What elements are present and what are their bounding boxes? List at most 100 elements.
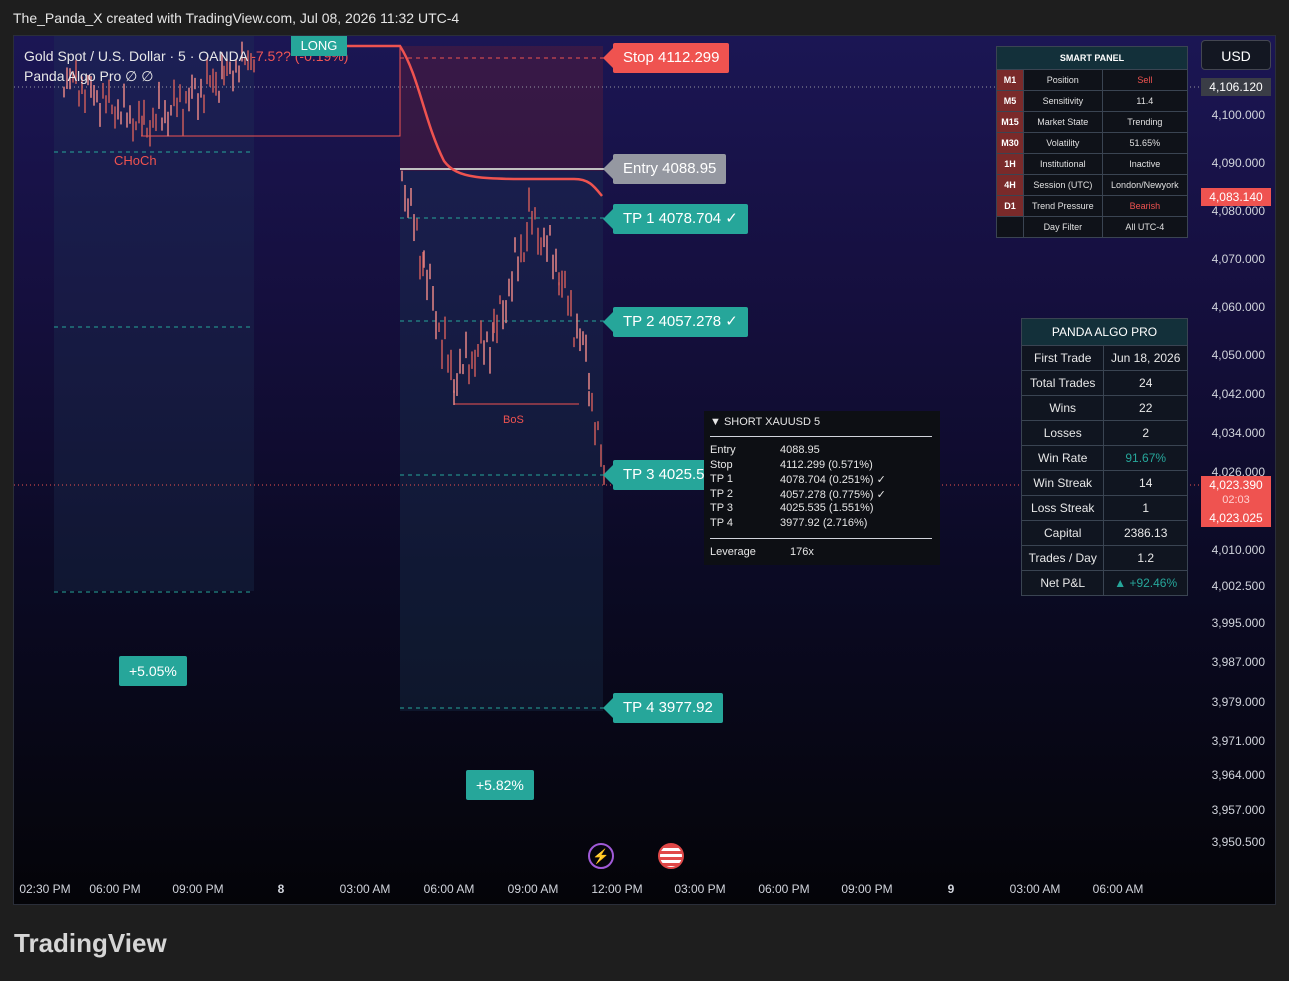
brand-name: TradingView [14,928,167,958]
algo-panel-title: PANDA ALGO PRO [1021,318,1188,346]
smart-key: Trend Pressure [1023,195,1103,217]
smart-value: All UTC-4 [1101,216,1189,238]
smart-panel-row: Day Filter All UTC-4 [996,216,1189,238]
trade-key: Stop [710,458,733,471]
us-flag-icon[interactable] [658,843,684,869]
trade-value: 4057.278 (0.775%) ✓ [780,488,886,501]
price-tick: 3,964.000 [1211,768,1265,782]
smart-panel-row: 1H Institutional Inactive [996,153,1189,175]
smart-key: Volatility [1023,132,1103,154]
price-label: 02:03 [1201,491,1271,509]
bos-label: BoS [503,414,524,426]
price-tick: 4,010.000 [1211,543,1265,557]
trade-summary: ▼ SHORT XAUUSD 5 Entry 4088.95 Stop 4112.29… [704,411,940,565]
price-tick: 4,034.000 [1211,426,1265,440]
timeframe-cell [996,216,1024,238]
tp1-badge: TP 1 4078.704 ✓ [603,204,748,234]
smart-key: Sensitivity [1023,90,1103,112]
tp4-badge: TP 4 3977.92 [603,693,723,723]
trade-value: 3977.92 (2.716%) [780,516,868,529]
trade-value: 4112.299 (0.571%) [780,458,873,471]
price-tick: 3,995.000 [1211,616,1265,630]
algo-value: ▲ +92.46% [1103,570,1188,596]
algo-panel-row: Total Trades 24 [1020,370,1188,396]
smart-panel-row: M30 Volatility 51.65% [996,132,1189,154]
timeframe-cell: 4H [996,174,1024,196]
currency-button[interactable]: USD [1201,40,1271,70]
smart-key: Day Filter [1023,216,1103,238]
price-label: 4,023.025 [1201,509,1271,527]
tp3-badge: TP 3 4025.5 [602,460,715,490]
price-tick: 3,987.000 [1211,655,1265,669]
algo-key: Loss Streak [1020,495,1105,521]
smart-value: 11.4 [1101,90,1189,112]
price-tick: 3,950.500 [1211,835,1265,849]
tp2-badge: TP 2 4057.278 ✓ [603,307,748,337]
algo-panel-row: Net P&L ▲ +92.46% [1020,570,1188,596]
divider [710,436,932,437]
trade-key: TP 2 [710,487,734,500]
algo-panel-row: Trades / Day 1.2 [1020,545,1188,571]
price-tick: 4,050.000 [1211,348,1265,362]
time-tick: 09:00 AM [507,882,559,896]
leverage-key: Leverage [710,546,756,558]
gain-label: +5.05% [119,656,187,686]
smart-value: Trending [1101,111,1189,133]
entry-badge: Entry 4088.95 [602,154,727,184]
price-tick: 3,979.000 [1211,695,1265,709]
algo-value: 24 [1103,370,1188,396]
price-tick: 4,080.000 [1211,204,1265,218]
algo-key: Win Streak [1020,470,1105,496]
trade-value: 4078.704 (0.251%) ✓ [780,474,886,486]
lightning-icon[interactable]: ⚡ [588,843,614,869]
time-tick: 8 [277,882,285,896]
algo-panel-row: Win Rate 91.67% [1020,445,1188,471]
smart-panel: SMART PANEL M1 Position Sell M5 Sensitivi… [996,46,1189,238]
trade-key: TP 3 [710,502,734,514]
algo-panel-row: Capital 2386.13 [1020,520,1188,546]
algo-key: Total Trades [1020,370,1105,396]
algo-key: Wins [1020,395,1105,421]
price-tick: 3,971.000 [1211,734,1265,748]
smart-panel-row: M1 Position Sell [996,69,1189,91]
price-tick: 4,042.000 [1211,387,1265,401]
algo-key: Win Rate [1020,445,1105,471]
algo-panel-row: Wins 22 [1020,395,1188,421]
algo-value: 22 [1103,395,1188,421]
trade-key: TP 1 [710,473,734,485]
algo-key: Capital [1020,520,1105,546]
time-tick: 06:00 PM [758,882,810,896]
algo-key: Trades / Day [1020,545,1105,571]
smart-panel-title: SMART PANEL [996,46,1188,70]
time-tick: 03:00 AM [1009,882,1061,896]
time-tick: 03:00 AM [339,882,391,896]
smart-key: Session (UTC) [1023,174,1103,196]
algo-panel: PANDA ALGO PRO First Trade Jun 18, 2026 T… [1020,318,1188,596]
trade-title: ▼ SHORT XAUUSD 5 [710,416,821,428]
tradingview-logo[interactable]: TradingView [14,928,167,959]
smart-value: Sell [1101,69,1189,91]
time-tick: 02:30 PM [19,882,71,896]
long-label: LONG [291,36,347,56]
algo-panel-row: Loss Streak 1 [1020,495,1188,521]
price-label: 4,083.140 [1201,188,1271,206]
price-tick: 4,002.500 [1211,579,1265,593]
smart-value: 51.65% [1101,132,1189,154]
timeframe-cell: 1H [996,153,1024,175]
algo-key: Losses [1020,420,1105,446]
price-axis[interactable]: USD 4,100.000 4,090.000 4,080.000 4,070.000… [1197,36,1275,876]
smart-panel-row: M5 Sensitivity 11.4 [996,90,1189,112]
divider [710,538,932,539]
algo-key: First Trade [1020,345,1105,371]
algo-value: 1 [1103,495,1188,521]
algo-value: 91.67% [1103,445,1188,471]
algo-value: 14 [1103,470,1188,496]
timeframe-cell: M5 [996,90,1024,112]
price-tick: 4,100.000 [1211,108,1265,122]
algo-panel-row: Win Streak 14 [1020,470,1188,496]
chart-pane[interactable]: Gold Spot / U.S. Dollar · 5 · OANDA -7.5… [13,35,1276,905]
smart-panel-row: 4H Session (UTC) London/Newyork [996,174,1189,196]
price-tick: 4,060.000 [1211,300,1265,314]
algo-value: 2 [1103,420,1188,446]
trade-value: 4025.535 (1.551%) [780,502,874,514]
